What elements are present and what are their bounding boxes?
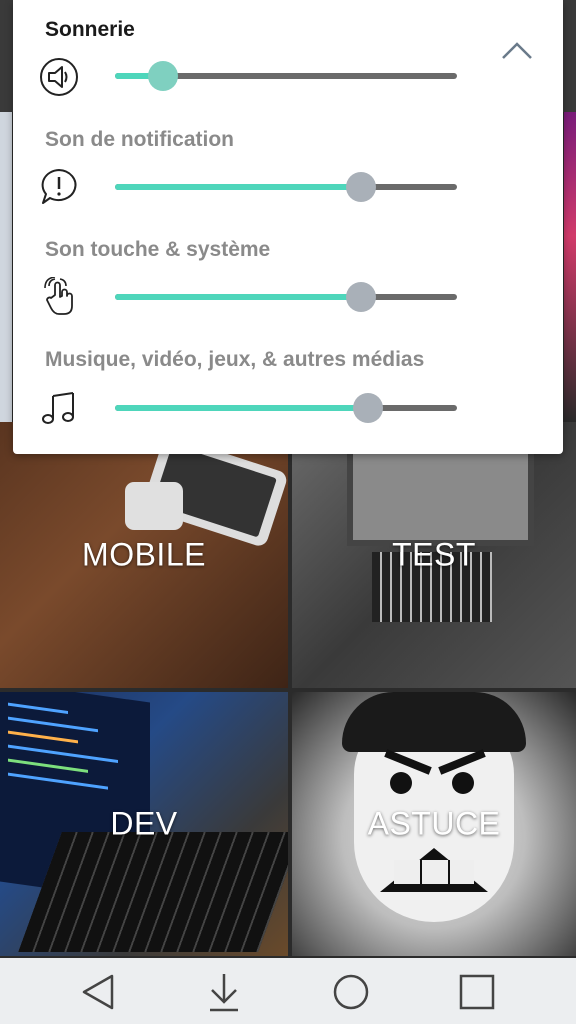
tile-label: ASTUCE — [367, 805, 501, 842]
tile-dev[interactable]: DEV — [0, 692, 288, 956]
slider-thumb[interactable] — [147, 61, 178, 91]
hair-image — [342, 692, 526, 752]
watch-image — [125, 482, 183, 530]
speaker-icon[interactable] — [39, 57, 79, 97]
background-image-right — [564, 112, 576, 422]
tile-test[interactable]: TEST — [292, 422, 576, 688]
navigation-bar — [0, 958, 576, 1024]
chevron-up-icon[interactable] — [497, 36, 537, 66]
touch-icon[interactable] — [39, 277, 79, 317]
slider-thumb[interactable] — [353, 393, 384, 423]
tile-label: MOBILE — [82, 536, 206, 573]
tile-label: DEV — [110, 805, 178, 842]
slider-thumb[interactable] — [346, 282, 377, 312]
touch-title: Son touche & système — [45, 238, 271, 261]
media-slider[interactable] — [115, 393, 457, 423]
back-icon[interactable] — [76, 970, 120, 1014]
tile-astuce[interactable]: ASTUCE — [292, 692, 576, 956]
download-icon[interactable] — [202, 970, 246, 1014]
notification-icon[interactable] — [39, 167, 79, 207]
media-title: Musique, vidéo, jeux, & autres médias — [45, 348, 425, 371]
background-image-left — [0, 112, 12, 422]
music-icon[interactable] — [39, 388, 79, 428]
recents-icon[interactable] — [455, 970, 499, 1014]
ringtone-slider[interactable] — [115, 61, 457, 91]
ringtone-title: Sonnerie — [45, 18, 135, 41]
volume-panel: Sonnerie Son de notification Son touche … — [13, 0, 563, 454]
notification-slider[interactable] — [115, 172, 457, 202]
tile-mobile[interactable]: MOBILE — [0, 422, 288, 688]
notification-title: Son de notification — [45, 128, 234, 151]
slider-thumb[interactable] — [346, 172, 377, 202]
touch-slider[interactable] — [115, 282, 457, 312]
keyboard-image — [18, 832, 288, 952]
slider-fill — [115, 184, 362, 190]
slider-fill — [115, 294, 362, 300]
slider-fill — [115, 405, 369, 411]
tile-label: TEST — [392, 536, 476, 573]
home-icon[interactable] — [329, 970, 373, 1014]
